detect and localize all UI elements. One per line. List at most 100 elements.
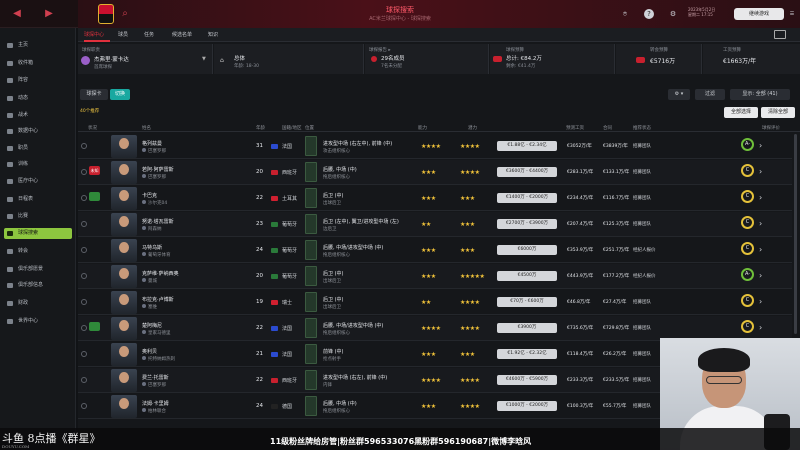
scout-panel[interactable]: 球探职责 杰弗里·蒙卡达 首席球探 ▼	[78, 44, 213, 74]
sidebar-item-finance[interactable]: 财政	[4, 298, 72, 309]
player-photo[interactable]	[111, 135, 137, 158]
settings-icon[interactable]: ⚙	[668, 9, 678, 19]
column-header[interactable]: 位置	[305, 125, 314, 131]
column-header[interactable]: 球探评价	[762, 125, 780, 131]
tab-0[interactable]: 球探中心	[84, 31, 104, 38]
sidebar-item-scouting[interactable]: 球探搜索	[4, 228, 72, 239]
chevron-right-icon[interactable]: ›	[759, 323, 762, 332]
scout-grade[interactable]: C	[741, 294, 754, 307]
row-checkbox[interactable]	[81, 299, 87, 305]
tab-4[interactable]: 知识	[208, 31, 218, 38]
player-name[interactable]: 楚阿梅尼	[142, 322, 162, 329]
sidebar-item-tactics[interactable]: 战术	[4, 110, 72, 121]
sidebar-item-squad[interactable]: 阵容	[4, 75, 72, 86]
player-club[interactable]: 柏林联合	[148, 408, 166, 414]
sidebar-item-match[interactable]: 比赛	[4, 211, 72, 222]
player-club[interactable]: 皇家马德里	[148, 330, 171, 336]
player-photo[interactable]	[111, 239, 137, 262]
row-checkbox[interactable]	[81, 273, 87, 279]
player-photo[interactable]	[111, 395, 137, 418]
tab-2[interactable]: 任务	[144, 31, 154, 38]
column-header[interactable]: 能力	[418, 125, 427, 131]
filter-button[interactable]: 过滤	[695, 89, 725, 100]
row-checkbox[interactable]	[81, 247, 87, 253]
row-checkbox[interactable]	[81, 403, 87, 409]
row-checkbox[interactable]	[81, 351, 87, 357]
column-header[interactable]: 姓名	[142, 125, 151, 131]
player-name[interactable]: 格列兹曼	[142, 140, 162, 147]
row-checkbox[interactable]	[81, 195, 87, 201]
player-club[interactable]: 塞维	[148, 304, 157, 310]
budget-panel[interactable]: 球探预算 总计: €84.2万 剩余: €41.4万	[490, 44, 615, 74]
player-name[interactable]: 法姆·卡里姆	[142, 400, 169, 407]
table-row[interactable]: 克萨维·萨纳西奥 曼城 20 葡萄牙 后卫 (中) 出球后卫 ★★★ ★★★★★ €4500万 €…	[78, 264, 792, 289]
player-photo[interactable]	[111, 265, 137, 288]
player-photo[interactable]	[111, 291, 137, 314]
player-photo[interactable]	[111, 187, 137, 210]
sidebar-item-world[interactable]: 世界中心	[4, 316, 72, 327]
player-club[interactable]: 葡萄牙体育	[148, 252, 171, 258]
table-row[interactable]: 马特乌斯 葡萄牙体育 24 葡萄牙 后腰, 中场/进攻型中场 (中) 拖后组织核心 ★★★ ★…	[78, 238, 792, 263]
scout-grade[interactable]: A-	[741, 268, 754, 281]
row-checkbox[interactable]	[81, 143, 87, 149]
column-header[interactable]: 预测工资	[566, 125, 584, 131]
row-checkbox[interactable]	[81, 325, 87, 331]
tab-3[interactable]: 候选名单	[172, 31, 192, 38]
player-photo[interactable]	[111, 343, 137, 366]
column-header[interactable]: 国籍/地区	[282, 125, 302, 131]
row-checkbox[interactable]	[81, 377, 87, 383]
row-checkbox[interactable]	[81, 221, 87, 227]
player-name[interactable]: 马特乌斯	[142, 244, 162, 251]
options-button[interactable]: ⚙ ▾	[668, 89, 690, 100]
player-club[interactable]: 巴塞罗那	[148, 382, 166, 388]
chevron-right-icon[interactable]: ›	[759, 245, 762, 254]
player-photo[interactable]	[111, 161, 137, 184]
player-club[interactable]: 阿森纳	[148, 226, 162, 232]
player-card-button[interactable]: 球探卡	[80, 89, 108, 100]
sidebar-item-schedule[interactable]: 日程表	[4, 194, 72, 205]
row-checkbox[interactable]	[81, 169, 87, 175]
sidebar-item-vision[interactable]: 俱乐部愿景	[4, 264, 72, 275]
sidebar-item-dynamics[interactable]: 动态	[4, 93, 72, 104]
sidebar-item-medical[interactable]: 医疗中心	[4, 176, 72, 187]
scout-grade[interactable]: A-	[741, 138, 754, 151]
forward-arrow-icon[interactable]: ▶	[42, 7, 56, 21]
chevron-right-icon[interactable]: ›	[759, 219, 762, 228]
player-name[interactable]: 若阿·阿萨雷斯	[142, 166, 174, 173]
scout-grade[interactable]: C	[741, 216, 754, 229]
column-header[interactable]: 合同	[603, 125, 612, 131]
player-name[interactable]: 费兰·托雷斯	[142, 374, 169, 381]
player-club[interactable]: 巴塞罗那	[148, 174, 166, 180]
table-row[interactable]: 格列兹曼 巴塞罗那 31 法国 进攻型中场 (右左中), 前锋 (中) 攻击组织核心 ★★★…	[78, 134, 792, 159]
column-header[interactable]: 状况	[88, 125, 97, 131]
scout-grade[interactable]: C	[741, 242, 754, 255]
globe-icon[interactable]: ⌾	[620, 9, 630, 19]
region-panel[interactable]: ⌂ 总体 年龄: 18-30	[214, 44, 364, 74]
sidebar-item-staff[interactable]: 职员	[4, 143, 72, 154]
more-menu-icon[interactable]: ☰	[787, 9, 797, 19]
chevron-right-icon[interactable]: ›	[759, 167, 762, 176]
chevron-right-icon[interactable]: ›	[759, 141, 762, 150]
select-all-button[interactable]: 全部选择	[724, 107, 758, 118]
table-row[interactable]: 布拉克·卢博斯 塞维 19 瑞士 后卫 (中) 出球后卫 ★★ ★★★★ €70万 - €600…	[78, 290, 792, 315]
player-club[interactable]: 沙尔克04	[148, 200, 167, 206]
clear-all-button[interactable]: 清除全部	[761, 107, 795, 118]
scout-grade[interactable]: C	[741, 320, 754, 333]
scout-grade[interactable]: C	[741, 190, 754, 203]
player-name[interactable]: 奥利贝	[142, 348, 157, 355]
player-name[interactable]: 努诺·塔瓦雷斯	[142, 218, 174, 225]
sidebar-item-home[interactable]: 主页	[4, 40, 72, 51]
help-icon[interactable]: ?	[644, 9, 654, 19]
tab-1[interactable]: 球员	[118, 31, 128, 38]
sidebar-item-transfer[interactable]: 转会	[4, 246, 72, 257]
sidebar-item-inbox[interactable]: 收件箱	[4, 58, 72, 69]
player-club[interactable]: 托特纳姆热刺	[148, 356, 175, 362]
transfer-budget-panel[interactable]: 转会预算 €5716万	[616, 44, 702, 74]
scout-grade[interactable]: C	[741, 164, 754, 177]
table-row[interactable]: 卡巴克 沙尔克04 22 土耳其 后卫 (中) 出球后卫 ★★★ ★★★ €1400万 - €2…	[78, 186, 792, 211]
club-badge-icon[interactable]	[98, 4, 114, 24]
column-header[interactable]: 年龄	[256, 125, 265, 131]
layout-icon[interactable]	[774, 30, 786, 39]
chevron-right-icon[interactable]: ›	[759, 271, 762, 280]
chevron-right-icon[interactable]: ›	[759, 297, 762, 306]
